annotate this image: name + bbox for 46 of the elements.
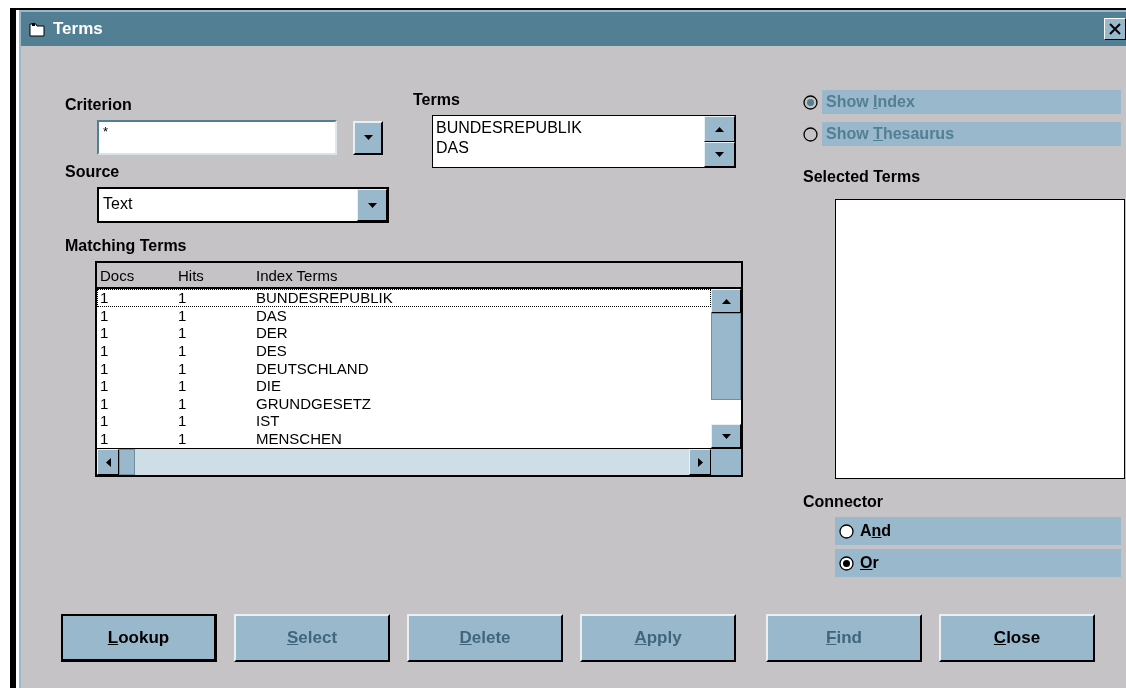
- table-row[interactable]: 1 1 BUNDESREPUBLIK: [97, 289, 711, 307]
- scroll-thumb[interactable]: [119, 449, 135, 475]
- scroll-thumb[interactable]: [711, 313, 741, 400]
- vertical-scrollbar[interactable]: [711, 289, 741, 448]
- table-row[interactable]: 1 1 DEUTSCHLAND: [97, 359, 711, 377]
- close-button[interactable]: [1104, 18, 1126, 40]
- close-icon: [1109, 23, 1121, 35]
- list-item[interactable]: DAS: [436, 138, 701, 158]
- table-row[interactable]: 1 1 DER: [97, 324, 711, 342]
- table-row[interactable]: 1 1 GRUNDGESETZ: [97, 394, 711, 413]
- table-row[interactable]: 1 1 DIE: [97, 376, 711, 395]
- action-button[interactable]: Lookup: [61, 614, 217, 662]
- caret-icon: [367, 202, 377, 208]
- scrollbar-corner: [711, 449, 741, 475]
- action-button[interactable]: Close: [939, 614, 1095, 662]
- caret-icon: [697, 457, 703, 467]
- column-header[interactable]: Docs: [100, 266, 178, 284]
- table-row[interactable]: 1 1 DES: [97, 341, 711, 360]
- caret-icon: [715, 126, 724, 132]
- caret-icon: [715, 152, 724, 157]
- field-label: Terms: [413, 91, 460, 109]
- horizontal-scrollbar[interactable]: [97, 448, 741, 475]
- caret-icon: [721, 298, 731, 304]
- table-row[interactable]: 1 1 IST: [97, 412, 711, 430]
- window-title: Terms: [53, 19, 104, 39]
- table-row[interactable]: 1 1 DAS: [97, 306, 711, 325]
- caret-icon: [363, 135, 373, 140]
- scroll-up-button[interactable]: [704, 116, 735, 142]
- app-icon: [29, 21, 45, 37]
- section-label: Matching Terms: [65, 237, 187, 255]
- field-label: Criterion: [65, 96, 132, 114]
- source-dropdown[interactable]: Text: [97, 187, 389, 223]
- column-header[interactable]: Hits: [178, 266, 256, 284]
- criterion-field[interactable]: *: [97, 120, 337, 155]
- list-item[interactable]: BUNDESREPUBLIK: [436, 118, 701, 138]
- radio-button[interactable]: [839, 523, 854, 539]
- field-label: Source: [65, 163, 120, 181]
- column-header[interactable]: Index Terms: [256, 266, 741, 284]
- dropdown-button[interactable]: [353, 120, 383, 155]
- scroll-down-button[interactable]: [704, 142, 735, 167]
- section-label: Connector: [803, 493, 883, 511]
- table-row[interactable]: 1 1 MENSCHEN: [97, 429, 711, 448]
- caret-icon: [105, 457, 111, 467]
- section-label: Selected Terms: [803, 168, 921, 186]
- radio-button[interactable]: [839, 555, 854, 571]
- caret-icon: [721, 433, 731, 439]
